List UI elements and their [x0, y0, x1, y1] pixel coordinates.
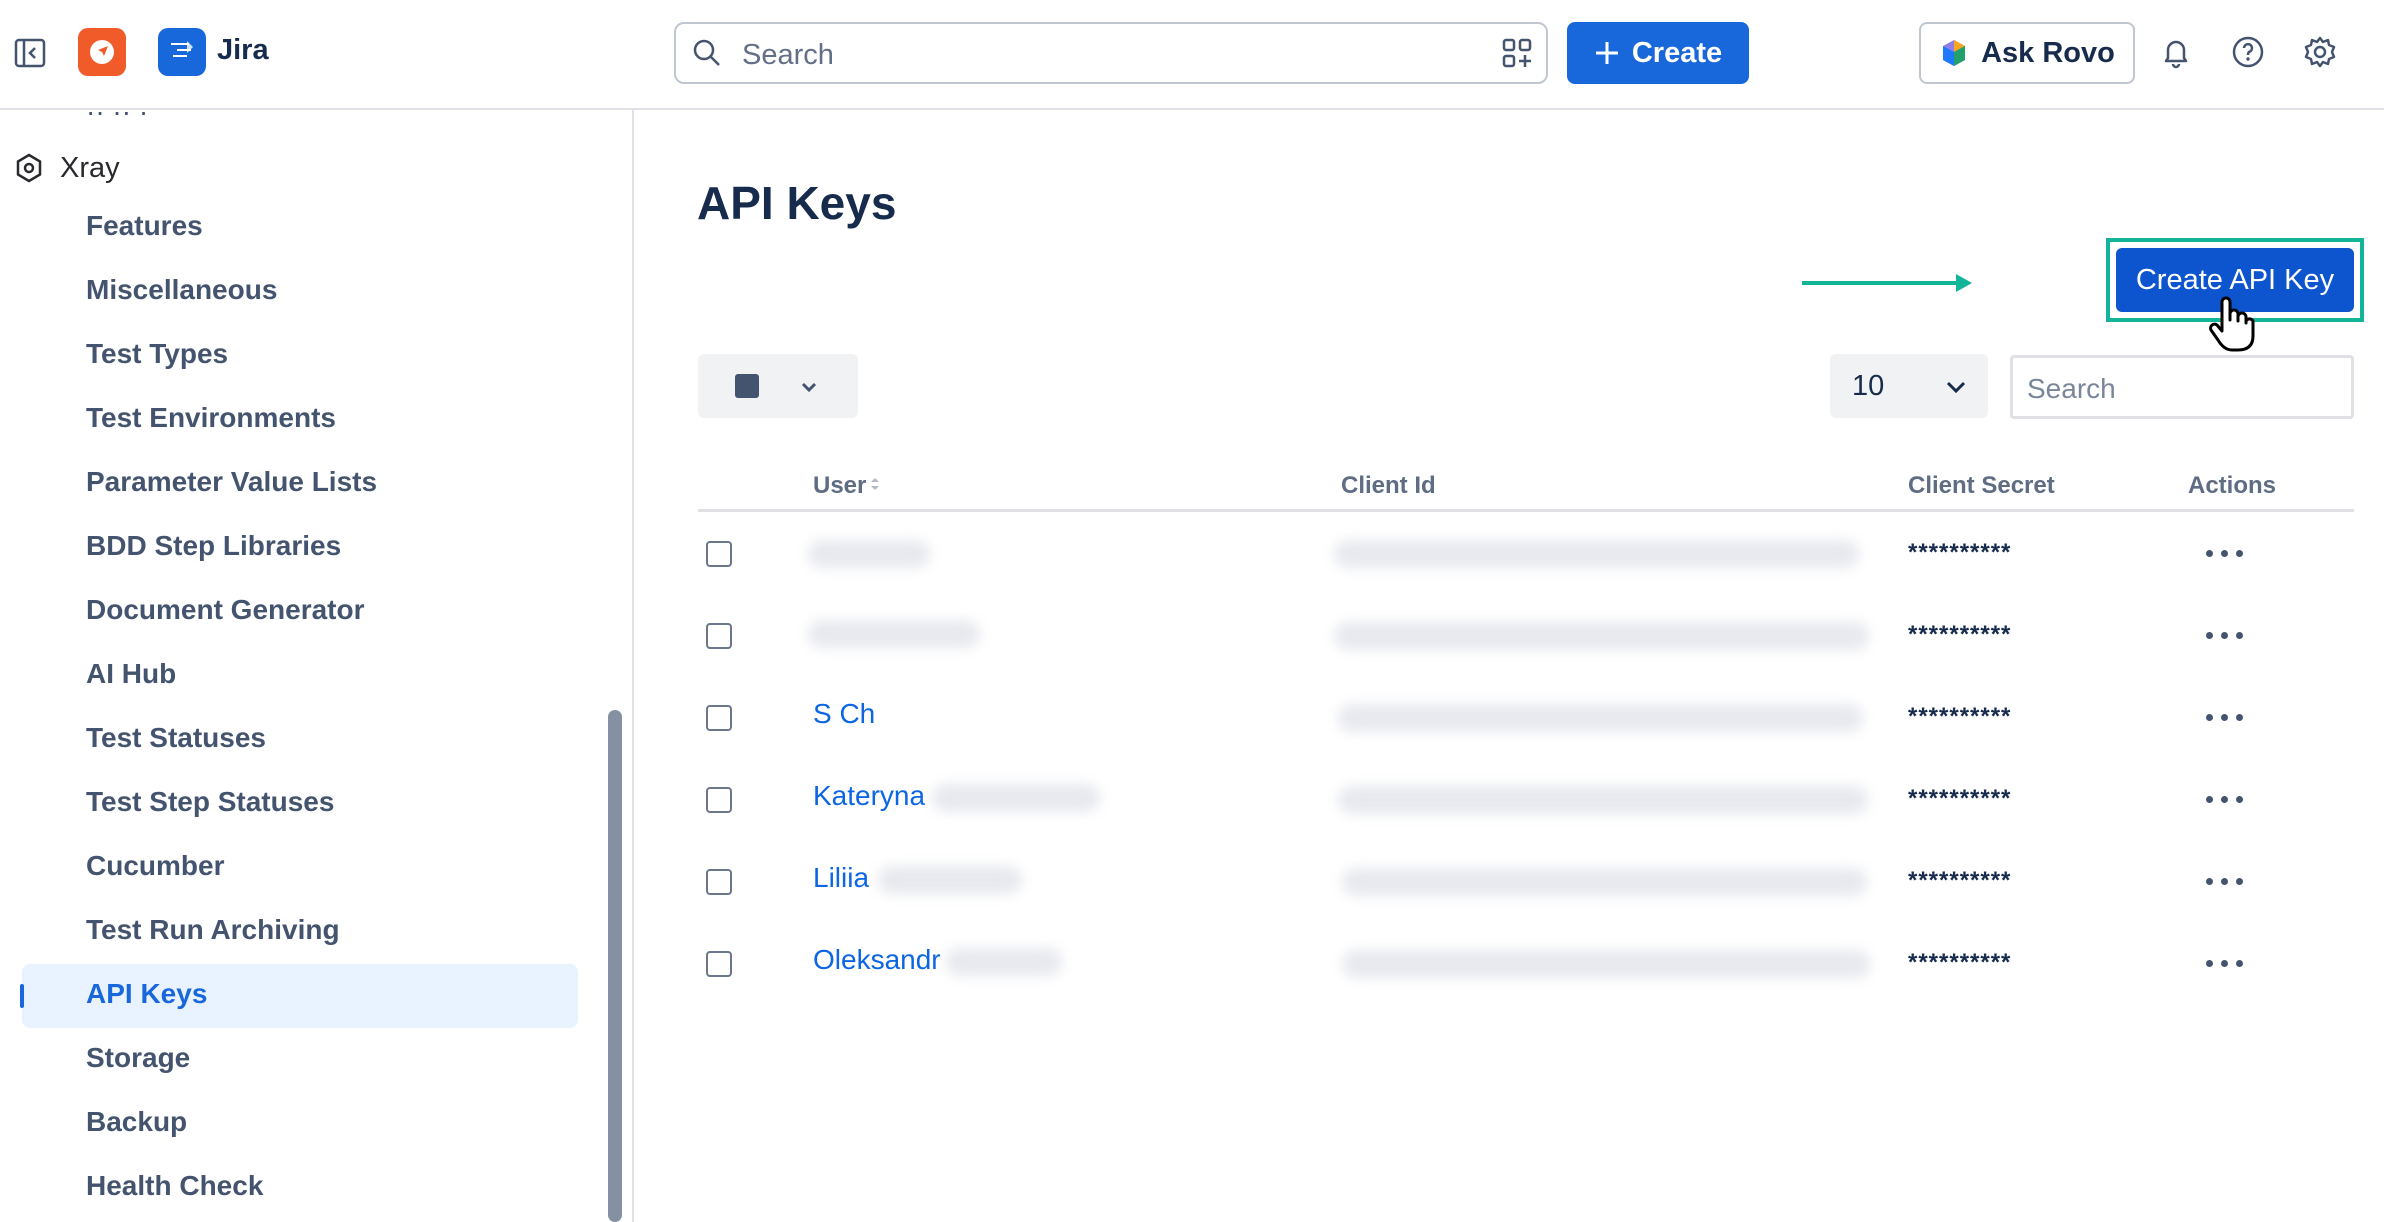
sidebar-item-bdd-step-libraries[interactable]: BDD Step Libraries: [86, 530, 341, 562]
sidebar-item-cucumber[interactable]: Cucumber: [86, 850, 224, 882]
user-link[interactable]: Kateryna: [813, 780, 925, 812]
sidebar-item-test-environments[interactable]: Test Environments: [86, 402, 336, 434]
chevron-down-icon: [1946, 381, 1966, 394]
column-header-client-secret: Client Secret: [1908, 472, 2055, 499]
sidebar-item-test-types[interactable]: Test Types: [86, 338, 228, 370]
row-checkbox[interactable]: [706, 541, 732, 567]
sidebar-item-cut-off: ·· ·· ·: [86, 110, 149, 127]
chevron-down-icon: [801, 382, 817, 393]
sidebar-item-test-statuses[interactable]: Test Statuses: [86, 722, 266, 754]
app-switcher-icon[interactable]: [78, 28, 126, 76]
plus-icon: [1595, 42, 1618, 64]
redacted-client-id: [1338, 704, 1863, 732]
sidebar-item-backup[interactable]: Backup: [86, 1106, 187, 1138]
row-checkbox[interactable]: [706, 787, 732, 813]
sidebar-item-api-keys[interactable]: API Keys: [86, 978, 207, 1010]
client-secret-masked: **********: [1908, 867, 2012, 894]
sidebar-item-miscellaneous[interactable]: Miscellaneous: [86, 274, 277, 306]
sidebar-item-ai-hub[interactable]: AI Hub: [86, 658, 176, 690]
sidebar-item-health-check[interactable]: Health Check: [86, 1170, 263, 1202]
ask-rovo-label: Ask Rovo: [1981, 36, 2115, 69]
row-actions-more-icon[interactable]: [2206, 958, 2246, 970]
redacted-client-id: [1334, 540, 1859, 568]
create-button[interactable]: Create: [1567, 22, 1749, 84]
page-size-select[interactable]: 10: [1830, 354, 1988, 418]
redacted-client-id: [1334, 622, 1869, 650]
top-navigation-bar: Jira Search Create Ask Rovo: [0, 0, 2384, 110]
page-size-value: 10: [1852, 370, 1885, 402]
row-checkbox[interactable]: [706, 623, 732, 649]
page-title: API Keys: [697, 177, 897, 229]
client-secret-masked: **********: [1908, 621, 2012, 648]
row-actions-more-icon[interactable]: [2206, 876, 2246, 888]
redacted-client-id: [1342, 950, 1870, 978]
redacted-user-surname: [878, 866, 1022, 894]
bulk-select-dropdown[interactable]: [698, 354, 858, 418]
sidebar-scrollbar[interactable]: [608, 710, 622, 1222]
row-checkbox[interactable]: [706, 951, 732, 977]
user-link[interactable]: Liliia: [813, 862, 869, 894]
column-header-user-label: User: [813, 472, 867, 499]
help-icon[interactable]: [2230, 34, 2266, 70]
sidebar-item-test-run-archiving[interactable]: Test Run Archiving: [86, 914, 340, 946]
ask-rovo-button[interactable]: Ask Rovo: [1919, 22, 2135, 84]
sidebar-item-parameter-value-lists[interactable]: Parameter Value Lists: [86, 466, 377, 498]
user-link[interactable]: S Ch: [813, 698, 875, 730]
user-link[interactable]: Oleksandr: [813, 944, 941, 976]
sidebar-active-indicator: [20, 984, 24, 1008]
jira-logo-icon[interactable]: [158, 28, 206, 76]
hand-cursor-icon: [2209, 296, 2255, 352]
global-search-input[interactable]: Search: [674, 22, 1548, 84]
table-search-input[interactable]: Search: [2010, 355, 2354, 419]
row-actions-more-icon[interactable]: [2206, 630, 2246, 642]
client-secret-masked: **********: [1908, 539, 2012, 566]
column-header-user[interactable]: User: [813, 472, 882, 500]
notifications-bell-icon[interactable]: [2158, 34, 2194, 70]
app-name[interactable]: Jira: [217, 34, 269, 67]
xray-hexagon-icon: [16, 153, 42, 183]
search-placeholder: Search: [742, 39, 834, 71]
bulk-select-checkbox[interactable]: [735, 374, 759, 398]
redacted-client-id: [1338, 786, 1868, 814]
app-grid-add-icon[interactable]: [1502, 38, 1532, 68]
rovo-icon: [1943, 40, 1966, 66]
client-secret-masked: **********: [1908, 703, 2012, 730]
settings-sidebar: ·· ·· · Xray Features Miscellaneous Test…: [0, 110, 634, 1222]
row-actions-more-icon[interactable]: [2206, 712, 2246, 724]
table-search-placeholder: Search: [2027, 373, 2116, 404]
row-actions-more-icon[interactable]: [2206, 548, 2246, 560]
sidebar-section-title: Xray: [60, 151, 120, 184]
redacted-user: [808, 620, 980, 648]
redacted-client-id: [1342, 868, 1867, 896]
row-checkbox[interactable]: [706, 705, 732, 731]
client-secret-masked: **********: [1908, 949, 2012, 976]
row-checkbox[interactable]: [706, 869, 732, 895]
sort-icon[interactable]: [868, 475, 882, 493]
redacted-user-surname: [932, 784, 1100, 812]
client-secret-masked: **********: [1908, 785, 2012, 812]
redacted-user: [808, 540, 930, 568]
sidebar-item-document-generator[interactable]: Document Generator: [86, 594, 365, 626]
settings-gear-icon[interactable]: [2302, 34, 2338, 70]
annotation-arrow: [1802, 274, 1972, 292]
sidebar-toggle-icon[interactable]: [14, 38, 46, 68]
sidebar-item-features[interactable]: Features: [86, 210, 203, 242]
sidebar-section-xray[interactable]: Xray: [14, 144, 120, 192]
search-icon: [693, 39, 720, 66]
row-actions-more-icon[interactable]: [2206, 794, 2246, 806]
table-header-divider: [698, 509, 2354, 512]
redacted-user-surname: [946, 948, 1062, 976]
column-header-actions: Actions: [2188, 472, 2277, 499]
sidebar-item-test-step-statuses[interactable]: Test Step Statuses: [86, 786, 334, 818]
create-button-label: Create: [1631, 36, 1723, 69]
column-header-client-id: Client Id: [1341, 472, 1436, 499]
sidebar-item-storage[interactable]: Storage: [86, 1042, 190, 1074]
